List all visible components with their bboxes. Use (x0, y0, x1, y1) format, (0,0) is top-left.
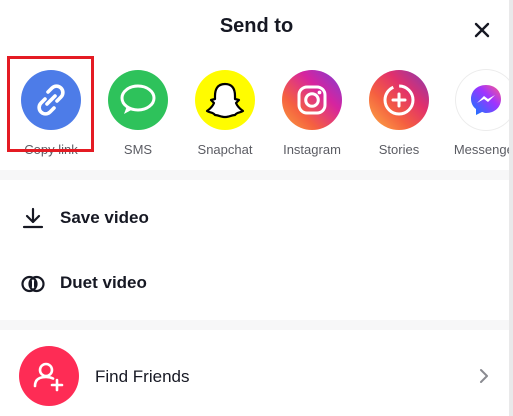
share-stories[interactable]: Stories (356, 66, 442, 162)
find-friends-label: Find Friends (95, 367, 190, 386)
highlight-box (7, 56, 94, 152)
share-messenger[interactable]: Messenger (443, 66, 513, 162)
share-snapchat[interactable]: Snapchat (182, 66, 268, 162)
section-divider (0, 320, 513, 330)
sms-bubble-icon (120, 84, 156, 114)
instagram-icon (297, 85, 327, 115)
download-icon (22, 207, 44, 229)
duet-video-button[interactable]: Duet video (0, 256, 513, 312)
scrollbar-edge (509, 0, 513, 416)
share-instagram[interactable]: Instagram (269, 66, 355, 162)
share-sms[interactable]: SMS (95, 66, 181, 162)
messenger-icon (471, 85, 501, 115)
close-icon (474, 22, 490, 38)
save-video-label: Save video (60, 208, 149, 227)
save-video-button[interactable]: Save video (0, 191, 513, 247)
chevron-right-icon (480, 369, 488, 383)
add-person-icon (33, 362, 64, 392)
stories-add-icon (383, 84, 415, 116)
close-button[interactable] (468, 16, 496, 44)
sheet-title: Send to (219, 15, 294, 37)
share-sheet: Send to Copy link SMS Snapchat Instagram… (0, 0, 513, 416)
duet-video-label: Duet video (60, 273, 147, 292)
share-messenger-label: Messenger (453, 142, 513, 157)
section-divider (0, 170, 513, 180)
snapchat-ghost-icon (205, 82, 245, 119)
duet-icon (21, 275, 45, 293)
find-friends-row[interactable]: Find Friends (0, 336, 513, 416)
share-sheet-header: Send to (0, 0, 513, 58)
